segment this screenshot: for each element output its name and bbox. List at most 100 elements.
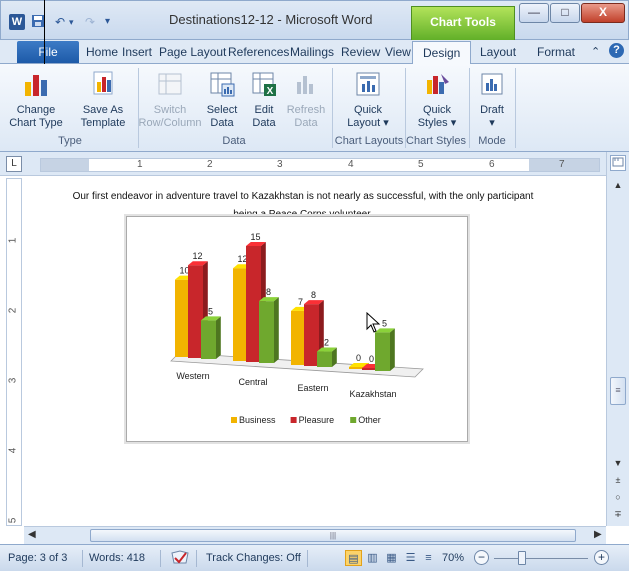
- ruler-margin-left: [41, 159, 89, 171]
- switch-row-column-button[interactable]: Switch Row/Column: [138, 70, 202, 130]
- zoom-slider-track[interactable]: [494, 558, 588, 559]
- legend-label: Pleasure: [299, 415, 335, 425]
- bar-other-western: [201, 320, 216, 359]
- ribbon-tab-row: File Home Insert Page Layout References …: [0, 40, 629, 64]
- minimize-ribbon-icon[interactable]: ⌃: [591, 45, 600, 58]
- undo-dropdown-icon[interactable]: ▾: [69, 14, 74, 30]
- draft-label-1: Draft: [480, 104, 504, 116]
- tab-mailings[interactable]: Mailings: [290, 45, 334, 59]
- quick-styles-button[interactable]: Quick Styles ▾: [406, 70, 468, 130]
- maximize-button[interactable]: □: [550, 3, 580, 23]
- tab-layout[interactable]: Layout: [480, 45, 516, 59]
- word-app-icon[interactable]: W: [9, 14, 25, 30]
- change-chart-type-button[interactable]: Change Chart Type: [4, 70, 68, 130]
- vertical-ruler[interactable]: 1 2 3 4 5: [6, 178, 22, 526]
- page-count[interactable]: Page: 3 of 3: [8, 552, 67, 564]
- legend-swatch: [350, 417, 357, 423]
- refresh-data-label-1: Refresh: [286, 104, 326, 116]
- ruler-number: 7: [559, 159, 565, 170]
- select-data-button[interactable]: Select Data: [202, 70, 242, 130]
- scroll-left-button[interactable]: ◀: [28, 529, 36, 540]
- bar-other-kazakhstan: [375, 332, 390, 371]
- ribbon: Change Chart Type Save As Template Type …: [0, 64, 629, 152]
- close-button[interactable]: X: [581, 3, 625, 23]
- previous-page-button[interactable]: ±: [610, 475, 626, 489]
- bar-chart-icon: [22, 70, 50, 98]
- horizontal-ruler-row: L 1 2 3 4 5 6 7: [0, 152, 629, 176]
- scroll-right-button[interactable]: ▶: [594, 529, 602, 540]
- tab-view[interactable]: View: [385, 45, 411, 59]
- select-data-label-1: Select: [206, 104, 238, 116]
- web-layout-view-icon[interactable]: ▦: [383, 550, 400, 566]
- word-count[interactable]: Words: 418: [89, 552, 145, 564]
- full-screen-reading-view-icon[interactable]: ▥: [364, 550, 381, 566]
- tab-references[interactable]: References: [228, 45, 289, 59]
- horizontal-ruler[interactable]: 1 2 3 4 5 6 7: [40, 158, 600, 172]
- edit-data-button[interactable]: X Edit Data: [244, 70, 284, 130]
- zoom-out-button[interactable]: −: [474, 550, 489, 565]
- mode-group-label: Mode: [478, 135, 506, 147]
- tab-selector[interactable]: L: [6, 156, 22, 172]
- vruler-number: 2: [7, 307, 19, 314]
- tab-design[interactable]: Design: [412, 41, 472, 64]
- zoom-level[interactable]: 70%: [442, 552, 464, 564]
- view-ruler-icon[interactable]: [610, 155, 626, 171]
- ruler-number: 2: [207, 159, 213, 170]
- chart-styles-group-label: Chart Styles: [406, 135, 466, 147]
- legend-label: Business: [239, 415, 276, 425]
- select-browse-object-button[interactable]: ○: [610, 492, 626, 506]
- quick-styles-label-2: Styles ▾: [417, 117, 457, 129]
- vertical-scroll-thumb[interactable]: ≡: [610, 377, 626, 405]
- ruler-number: 1: [137, 159, 143, 170]
- change-chart-type-label-2: Chart Type: [9, 117, 63, 129]
- tab-home[interactable]: Home: [86, 45, 118, 59]
- category-label: Eastern: [297, 383, 328, 393]
- bar-side: [274, 297, 279, 363]
- tab-review[interactable]: Review: [341, 45, 380, 59]
- data-group-label: Data: [222, 135, 246, 147]
- bar-pleasure-western: [188, 265, 203, 358]
- proofing-icon[interactable]: [170, 549, 190, 570]
- zoom-slider-thumb[interactable]: [518, 551, 526, 565]
- vruler-number: 4: [7, 447, 19, 454]
- save-as-template-button[interactable]: Save As Template: [70, 70, 136, 130]
- group-separator: [515, 68, 516, 148]
- redo-icon[interactable]: ↷: [85, 14, 95, 30]
- quick-layout-button[interactable]: Quick Layout ▾: [336, 70, 400, 130]
- undo-icon[interactable]: ↶: [55, 14, 65, 30]
- callout-pointer-line: [44, 0, 45, 64]
- horizontal-scroll-thumb[interactable]: |||: [90, 529, 576, 542]
- zoom-in-button[interactable]: +: [594, 550, 609, 565]
- refresh-data-button[interactable]: Refresh Data: [284, 70, 328, 130]
- draft-button[interactable]: Draft ▾: [472, 70, 512, 130]
- scroll-down-button[interactable]: ▼: [610, 458, 626, 472]
- horizontal-scrollbar[interactable]: ◀ ||| ▶: [24, 526, 606, 544]
- vertical-scrollbar[interactable]: ▲ ≡ ▼ ± ○ ∓: [606, 152, 629, 526]
- tab-file[interactable]: File: [17, 41, 79, 63]
- outline-view-icon[interactable]: ☰: [402, 550, 419, 566]
- legend-swatch: [290, 417, 297, 423]
- quick-styles-label-1: Quick: [422, 104, 452, 116]
- draft-view-icon[interactable]: ≡: [420, 550, 437, 566]
- tab-insert[interactable]: Insert: [122, 45, 152, 59]
- data-label: 5: [208, 306, 213, 316]
- track-changes-status[interactable]: Track Changes: Off: [206, 552, 301, 564]
- change-chart-type-label-1: Change: [16, 104, 56, 116]
- scroll-up-button[interactable]: ▲: [610, 180, 626, 194]
- embedded-chart[interactable]: 10 12 5 Western 12 15 8 Central 7 8 2 Eastern 0 0 5 Kaz…: [126, 216, 468, 442]
- save-icon[interactable]: [31, 14, 45, 30]
- select-data-label-2: Data: [210, 117, 234, 129]
- print-layout-view-icon[interactable]: ▤: [345, 550, 362, 566]
- category-label: Central: [238, 377, 267, 387]
- customize-qat-icon[interactable]: ▾: [105, 14, 110, 30]
- next-page-button[interactable]: ∓: [610, 509, 626, 523]
- minimize-button[interactable]: —: [519, 3, 549, 23]
- tab-format[interactable]: Format: [537, 45, 575, 59]
- switch-row-column-label-1: Switch: [153, 104, 187, 116]
- help-icon[interactable]: ?: [609, 43, 624, 58]
- switch-row-column-label-2: Row/Column: [138, 117, 202, 129]
- document-page[interactable]: Our first endeavor in adventure travel t…: [24, 176, 606, 526]
- draft-label-2: ▾: [489, 117, 495, 129]
- chart-canvas[interactable]: 10125Western12158Central782Eastern0 05Kaz…: [127, 217, 469, 443]
- tab-page-layout[interactable]: Page Layout: [159, 45, 226, 59]
